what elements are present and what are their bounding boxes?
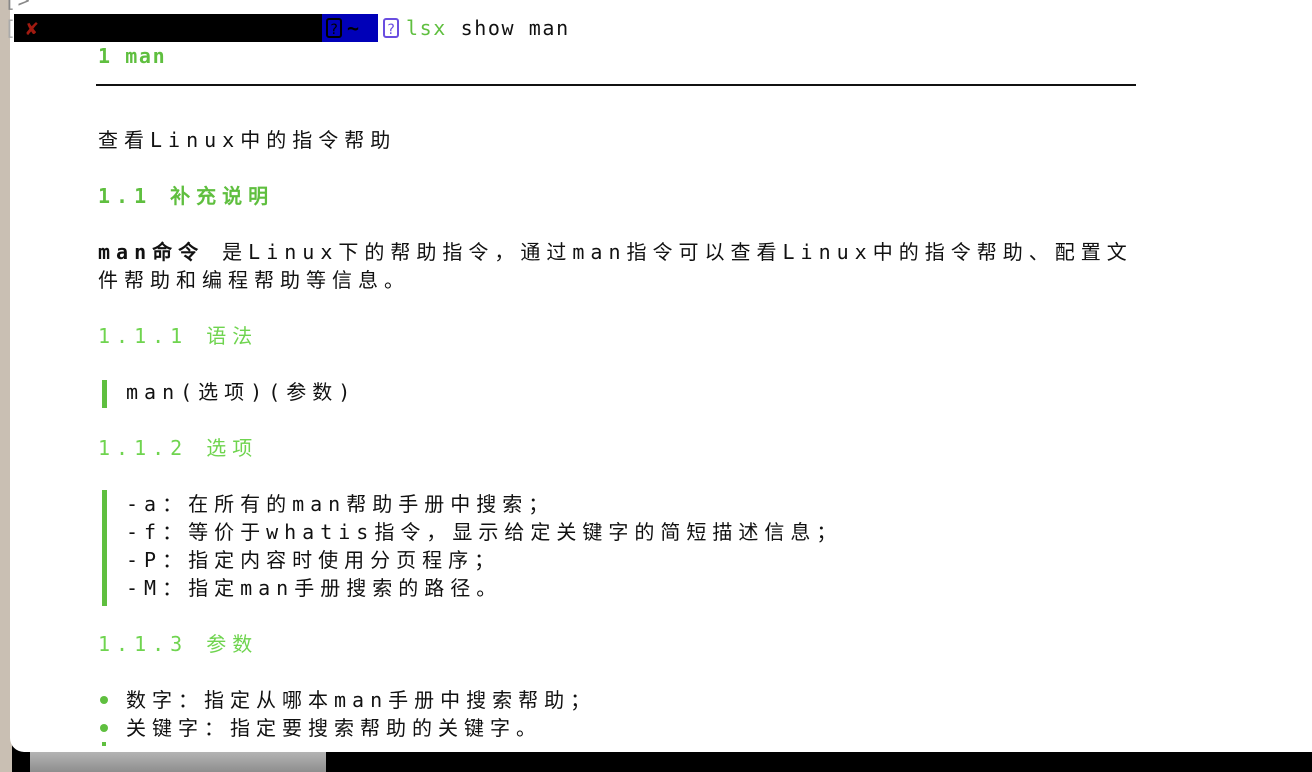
blockquote-bar	[102, 380, 107, 408]
heading-params: 1.1.3 参数	[98, 632, 259, 656]
option-item: -f：等价于whatis指令，显示给定关键字的简短描述信息；	[126, 520, 843, 544]
bullet-icon	[100, 724, 108, 732]
param-item: 关键字：指定要搜索帮助的关键字。	[126, 716, 542, 740]
bullet-icon	[100, 696, 108, 704]
option-item: -P：指定内容时使用分页程序；	[126, 548, 501, 572]
error-x-icon: ✘	[26, 16, 40, 40]
option-item: -a：在所有的man帮助手册中搜索；	[126, 492, 555, 516]
description-text: 是Linux下的帮助指令，通过man指令可以查看Linux中的指令帮助、配置文	[204, 240, 1133, 264]
bullet-icon-partial	[102, 742, 106, 746]
heading-1: 1 man	[98, 44, 167, 68]
intro-text: 查看Linux中的指令帮助	[98, 128, 397, 152]
param-item: 数字：指定从哪本man手册中搜索帮助；	[126, 688, 597, 712]
bold-term: man命令	[98, 240, 205, 264]
unknown-glyph-icon: ?	[326, 18, 342, 38]
heading-2: 1.1 补充说明	[98, 184, 275, 208]
heading-rule	[96, 84, 1136, 86]
heading-syntax: 1.1.1 语法	[98, 324, 259, 348]
dock-area	[30, 752, 326, 772]
command-line[interactable]: lsx show man	[406, 14, 570, 42]
previous-prompt-fragment: [>	[4, 0, 32, 12]
description-line-2: 件帮助和编程帮助等信息。	[98, 268, 410, 292]
prompt-dir: ~	[347, 16, 361, 40]
unknown-glyph-icon: ?	[383, 18, 399, 38]
heading-options: 1.1.2 选项	[98, 436, 259, 460]
command-args: show man	[446, 16, 570, 40]
syntax-text: man(选项)(参数)	[126, 380, 357, 404]
command-name: lsx	[406, 16, 447, 40]
description-line-1: man命令 是Linux下的帮助指令，通过man指令可以查看Linux中的指令帮…	[98, 238, 1133, 266]
blockquote-bar	[102, 490, 107, 606]
option-item: -M：指定man手册搜索的路径。	[126, 576, 503, 600]
